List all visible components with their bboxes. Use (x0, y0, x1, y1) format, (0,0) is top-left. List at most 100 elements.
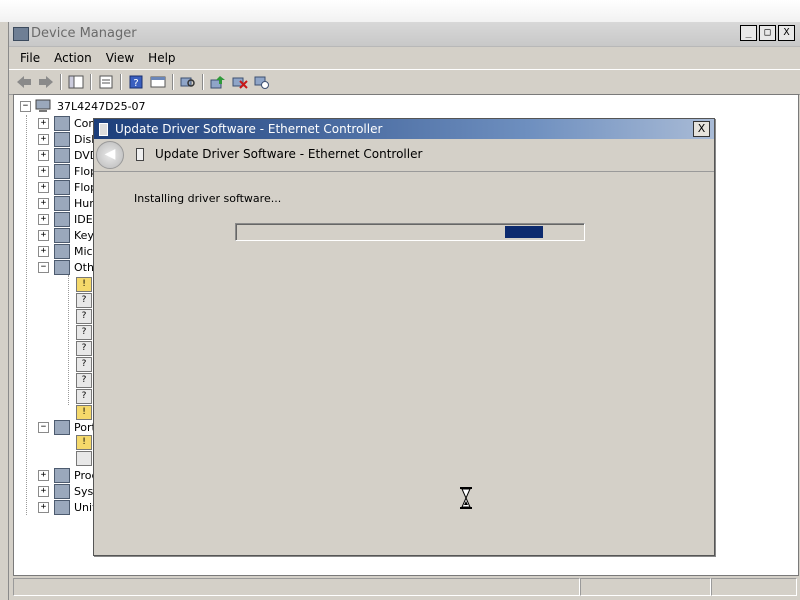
toolbar-separator (202, 74, 204, 90)
tree-node-dvd[interactable]: + DVD (38, 147, 98, 163)
uninstall-icon[interactable] (231, 74, 249, 90)
menu-view[interactable]: View (99, 51, 141, 65)
back-button[interactable]: ◀ (96, 141, 124, 169)
expand-icon[interactable]: + (38, 181, 49, 193)
tree-node-hid[interactable]: + Hum (38, 195, 100, 211)
disk-drive-icon (54, 131, 70, 147)
title-bar: Device Manager _ □ X (9, 22, 800, 47)
window-title: Device Manager (31, 26, 137, 41)
tree-node-mice[interactable]: + Mic (38, 243, 93, 259)
unknown-device-icon[interactable]: ? (76, 389, 92, 404)
expand-icon[interactable]: + (38, 149, 49, 161)
tree-node-processors[interactable]: + Proc (38, 467, 98, 483)
tree-node-ports[interactable]: − Port (38, 419, 96, 435)
unknown-device-icon[interactable]: ? (76, 293, 92, 308)
expand-icon[interactable]: + (38, 197, 49, 209)
properties-icon[interactable] (97, 74, 115, 90)
minimize-button[interactable]: _ (740, 25, 757, 41)
expand-icon[interactable]: + (38, 485, 49, 497)
dialog-close-button[interactable]: X (693, 121, 710, 137)
tree-node-usb[interactable]: + Univ (38, 499, 99, 515)
tree-node-ide[interactable]: + IDE (38, 211, 93, 227)
update-driver-dialog: Update Driver Software - Ethernet Contro… (93, 118, 715, 556)
dialog-header-title: Update Driver Software - Ethernet Contro… (155, 147, 423, 161)
unknown-device-icon[interactable]: ? (76, 373, 92, 388)
warning-device-icon[interactable]: ! (76, 405, 92, 420)
expand-icon[interactable]: + (38, 245, 49, 257)
expand-icon[interactable]: + (38, 229, 49, 241)
update-driver-icon[interactable] (209, 74, 227, 90)
expand-icon[interactable]: + (38, 165, 49, 177)
close-button[interactable]: X (778, 25, 795, 41)
floppy-icon (54, 163, 70, 179)
computer-icon (54, 115, 70, 131)
warning-device-icon[interactable]: ! (76, 277, 92, 292)
processor-icon (54, 467, 70, 483)
keyboard-icon (54, 227, 70, 243)
toolbar-separator (120, 74, 122, 90)
ide-icon (54, 211, 70, 227)
menu-file[interactable]: File (13, 51, 47, 65)
unknown-device-icon (54, 259, 70, 275)
dvd-drive-icon (54, 147, 70, 163)
collapse-icon[interactable]: − (38, 421, 49, 433)
port-icon (54, 419, 70, 435)
collapse-icon[interactable]: − (38, 261, 49, 273)
collapse-icon[interactable]: − (20, 100, 31, 112)
tree-root[interactable]: − 37L4247D25-07 (20, 99, 146, 113)
status-pane (13, 578, 580, 596)
toolbar-separator (90, 74, 92, 90)
tree-node-other[interactable]: − Othe (38, 259, 101, 275)
tree-guide-line (68, 275, 69, 405)
window-controls: _ □ X (738, 25, 795, 41)
menu-bar: File Action View Help (9, 47, 800, 69)
progress-fill (505, 226, 543, 238)
unknown-device-icon[interactable]: ? (76, 357, 92, 372)
hourglass-icon (459, 487, 473, 512)
driver-icon (136, 148, 144, 161)
expand-icon[interactable]: + (38, 133, 49, 145)
system-icon (54, 483, 70, 499)
toolbar-separator (60, 74, 62, 90)
dialog-title-bar: Update Driver Software - Ethernet Contro… (94, 119, 714, 139)
menu-action[interactable]: Action (47, 51, 99, 65)
expand-icon[interactable]: + (38, 501, 49, 513)
usb-icon (54, 499, 70, 515)
status-pane (711, 578, 797, 596)
disable-icon[interactable] (253, 74, 271, 90)
help-icon[interactable]: ? (127, 74, 145, 90)
mouse-icon (54, 243, 70, 259)
unknown-device-icon[interactable]: ? (76, 309, 92, 324)
back-icon[interactable] (15, 74, 33, 90)
menu-help[interactable]: Help (141, 51, 182, 65)
expand-icon[interactable]: + (38, 117, 49, 129)
unknown-device-icon[interactable]: ? (76, 325, 92, 340)
tree-node-disk[interactable]: + Disk (38, 131, 98, 147)
maximize-button[interactable]: □ (759, 25, 776, 41)
port-device-icon[interactable] (76, 451, 92, 466)
forward-icon[interactable] (37, 74, 55, 90)
expand-icon[interactable]: + (38, 213, 49, 225)
action-icon[interactable] (149, 74, 167, 90)
tree-node-floppy-1[interactable]: + Flop (38, 163, 97, 179)
hid-icon (54, 195, 70, 211)
scan-icon[interactable] (179, 74, 197, 90)
dialog-title: Update Driver Software - Ethernet Contro… (115, 122, 383, 136)
status-bar (13, 578, 797, 596)
tree-guide-line (26, 115, 27, 515)
warning-port-icon[interactable]: ! (76, 435, 92, 450)
computer-icon (35, 99, 51, 112)
expand-icon[interactable]: + (38, 469, 49, 481)
floppy-icon (54, 179, 70, 195)
unknown-device-icon[interactable]: ? (76, 341, 92, 356)
dialog-header: ◀ Update Driver Software - Ethernet Cont… (94, 139, 714, 172)
svg-text:?: ? (133, 78, 138, 89)
toolbar: ? (9, 69, 800, 95)
tree-node-keyboards[interactable]: + Key (38, 227, 94, 243)
tree-node-floppy-2[interactable]: + Flop (38, 179, 97, 195)
desktop-strip (0, 0, 800, 22)
status-pane (579, 578, 712, 596)
tree-node-system[interactable]: + Syst (38, 483, 98, 499)
show-hide-tree-icon[interactable] (67, 74, 85, 90)
tree-node-computer[interactable]: + Com (38, 115, 99, 131)
